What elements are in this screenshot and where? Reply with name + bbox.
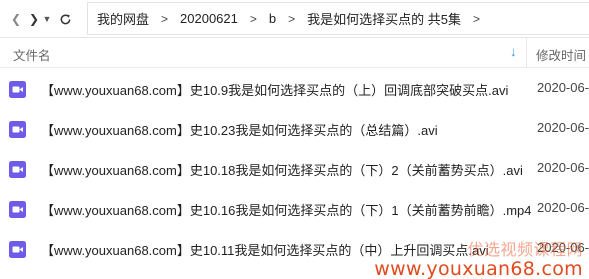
- breadcrumb-separator: >: [472, 11, 480, 26]
- breadcrumb-item-current-folder[interactable]: 我是如何选择买点的 共5集: [307, 9, 461, 28]
- file-modified-date: 2020-06-: [537, 120, 589, 135]
- refresh-icon: [60, 13, 70, 24]
- file-modified-date: 2020-06-: [537, 160, 589, 175]
- file-name[interactable]: 【www.youxuan68.com】史10.18我是如何选择买点的（下）2（关…: [41, 160, 523, 179]
- arrow-down-icon[interactable]: ↓: [510, 44, 517, 59]
- file-name[interactable]: 【www.youxuan68.com】史10.16我是如何选择买点的（下）1（关…: [41, 200, 532, 219]
- video-file-icon: [9, 241, 26, 258]
- history-dropdown-button[interactable]: ▼: [40, 8, 54, 30]
- breadcrumb: 我的网盘 > 20200621 > b > 我是如何选择买点的 共5集 >: [87, 2, 589, 35]
- breadcrumb-separator: >: [249, 11, 257, 26]
- video-file-icon: [9, 201, 26, 218]
- file-name[interactable]: 【www.youxuan68.com】史10.23我是如何选择买点的（总结篇）.…: [41, 120, 438, 139]
- file-list: 【www.youxuan68.com】史10.9我是如何选择买点的（上）回调底部…: [0, 69, 589, 269]
- file-modified-date: 2020-06-: [537, 240, 589, 255]
- breadcrumb-item-my-drive[interactable]: 我的网盘: [97, 9, 149, 28]
- caret-down-icon: ▼: [42, 14, 52, 24]
- file-name[interactable]: 【www.youxuan68.com】史10.11我是如何选择买点的（中）上升回…: [41, 240, 489, 259]
- file-list-header: 文件名 ↓ 修改时间: [0, 38, 589, 68]
- video-file-icon: [9, 121, 26, 138]
- toolbar: ❮ ❯ ▼ 我的网盘 > 20200621 > b > 我是如何选择买点的 共5…: [0, 0, 589, 38]
- file-row[interactable]: 【www.youxuan68.com】史10.23我是如何选择买点的（总结篇）.…: [0, 109, 589, 149]
- chevron-left-icon: ❮: [10, 12, 22, 26]
- file-row[interactable]: 【www.youxuan68.com】史10.18我是如何选择买点的（下）2（关…: [0, 149, 589, 189]
- file-row[interactable]: 【www.youxuan68.com】史10.16我是如何选择买点的（下）1（关…: [0, 189, 589, 229]
- back-button[interactable]: ❮: [6, 8, 26, 30]
- file-name[interactable]: 【www.youxuan68.com】史10.9我是如何选择买点的（上）回调底部…: [41, 80, 508, 99]
- breadcrumb-item-20200621[interactable]: 20200621: [180, 11, 238, 26]
- breadcrumb-item-b[interactable]: b: [269, 11, 276, 26]
- breadcrumb-separator: >: [288, 11, 296, 26]
- video-file-icon: [9, 81, 26, 98]
- column-divider[interactable]: [526, 38, 527, 68]
- file-modified-date: 2020-06-: [537, 80, 589, 95]
- video-file-icon: [9, 161, 26, 178]
- file-row[interactable]: 【www.youxuan68.com】史10.9我是如何选择买点的（上）回调底部…: [0, 69, 589, 109]
- file-row[interactable]: 【www.youxuan68.com】史10.11我是如何选择买点的（中）上升回…: [0, 229, 589, 269]
- refresh-button[interactable]: [54, 8, 76, 30]
- column-header-modified-time[interactable]: 修改时间: [536, 45, 586, 64]
- breadcrumb-separator: >: [161, 11, 169, 26]
- file-modified-date: 2020-06-: [537, 200, 589, 215]
- chevron-right-icon: ❯: [28, 12, 40, 26]
- column-header-name[interactable]: 文件名: [13, 45, 51, 64]
